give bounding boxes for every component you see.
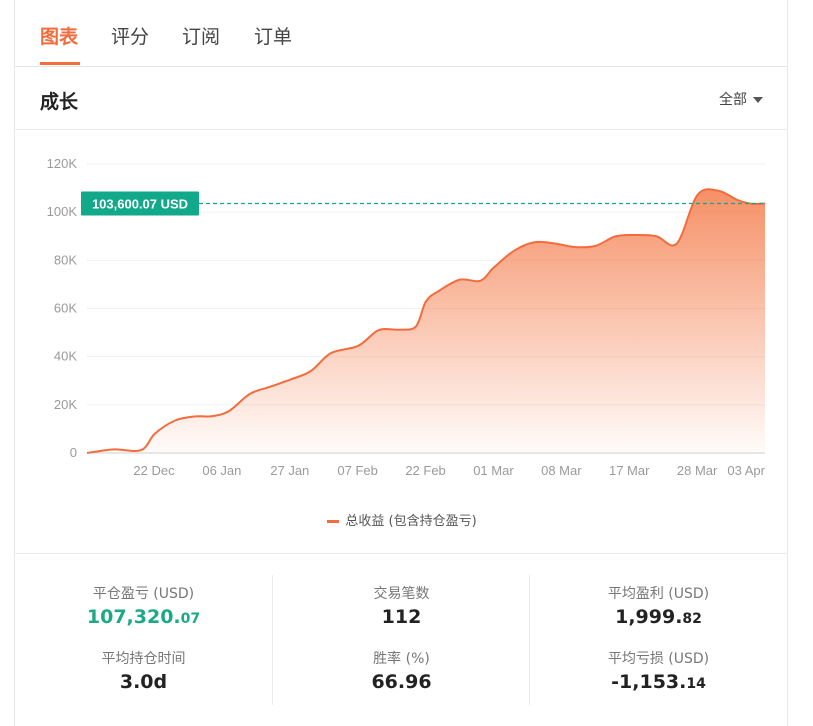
y-tick-label: 60K — [54, 301, 77, 316]
trade-count-label: 交易笔数 — [373, 586, 430, 602]
x-tick-label: 22 Dec — [133, 463, 175, 478]
tab-bar: 图表 评分 订阅 订单 — [15, 0, 787, 67]
x-tick-label: 03 Apr — [727, 463, 765, 478]
avg-hold-time-label: 平均持仓时间 — [101, 651, 186, 667]
tab-rating[interactable]: 评分 — [111, 22, 149, 49]
tab-orders[interactable]: 订单 — [254, 22, 292, 49]
legend-label: 总收益 (包含持仓盈亏) — [345, 514, 477, 529]
y-tick-label: 80K — [54, 252, 77, 267]
stats-column-3: 平均盈利 (USD) 1,999.82 平均亏损 (USD) -1,153.14 — [529, 575, 787, 705]
x-tick-label: 28 Mar — [677, 463, 718, 478]
y-tick-label: 20K — [54, 397, 77, 412]
avg-loss-label: 平均亏损 (USD) — [607, 651, 710, 667]
tab-subscription[interactable]: 订阅 — [182, 22, 220, 49]
avg-profit-value: 1,999.82 — [615, 606, 702, 628]
stats-column-1: 平仓盈亏 (USD) 107,320.07 平均持仓时间 3.0d — [15, 575, 272, 705]
x-tick-label: 22 Feb — [405, 463, 445, 478]
y-axis: 0 20K 40K 60K 80K 100K 120K — [47, 156, 78, 460]
x-tick-label: 17 Mar — [609, 463, 650, 478]
trade-count-value: 112 — [381, 606, 422, 628]
range-filter-dropdown[interactable]: 全部 — [719, 89, 763, 109]
x-tick-label: 27 Jan — [270, 463, 309, 478]
legend-swatch — [327, 520, 340, 523]
chart-legend[interactable]: 总收益 (包含持仓盈亏) — [15, 510, 789, 529]
avg-hold-time-value: 3.0d — [119, 671, 168, 693]
stats-column-2: 交易笔数 112 胜率 (%) 66.96 — [272, 575, 530, 705]
growth-chart: 0 20K 40K 60K 80K 100K 120K 22 Dec 06 Jan 27 Jan… — [47, 156, 766, 478]
section-title: 成长 — [40, 91, 79, 113]
y-tick-label: 120K — [47, 156, 78, 171]
section-header: 成长 全部 — [15, 67, 787, 130]
y-tick-label: 40K — [54, 349, 77, 364]
divider — [15, 553, 787, 554]
x-tick-label: 06 Jan — [202, 463, 241, 478]
series-area — [87, 189, 765, 453]
x-axis: 22 Dec 06 Jan 27 Jan 07 Feb 22 Feb 01 Mar 08 M… — [133, 463, 765, 478]
x-tick-label: 08 Mar — [541, 463, 582, 478]
avg-profit-label: 平均盈利 (USD) — [607, 586, 710, 602]
win-rate-value: 66.96 — [371, 671, 432, 693]
closed-pnl-label: 平仓盈亏 (USD) — [92, 586, 195, 602]
stats-grid: 平仓盈亏 (USD) 107,320.07 平均持仓时间 3.0d 交易笔数 1… — [15, 575, 787, 705]
tab-chart[interactable]: 图表 — [40, 22, 78, 49]
x-tick-label: 07 Feb — [337, 463, 377, 478]
range-filter-label: 全部 — [719, 92, 747, 108]
y-tick-label: 100K — [47, 204, 78, 219]
active-tab-indicator — [40, 62, 80, 65]
current-value-label: 103,600.07 USD — [92, 196, 188, 211]
win-rate-label: 胜率 (%) — [373, 651, 430, 667]
x-tick-label: 01 Mar — [473, 463, 514, 478]
growth-panel: 图表 评分 订阅 订单 成长 全部 0 20K 40K 60K 80K 100K 120K … — [14, 0, 788, 726]
avg-loss-value: -1,153.14 — [611, 671, 706, 693]
caret-down-icon — [753, 97, 763, 103]
y-tick-label: 0 — [70, 445, 77, 460]
closed-pnl-value: 107,320.07 — [86, 606, 201, 628]
